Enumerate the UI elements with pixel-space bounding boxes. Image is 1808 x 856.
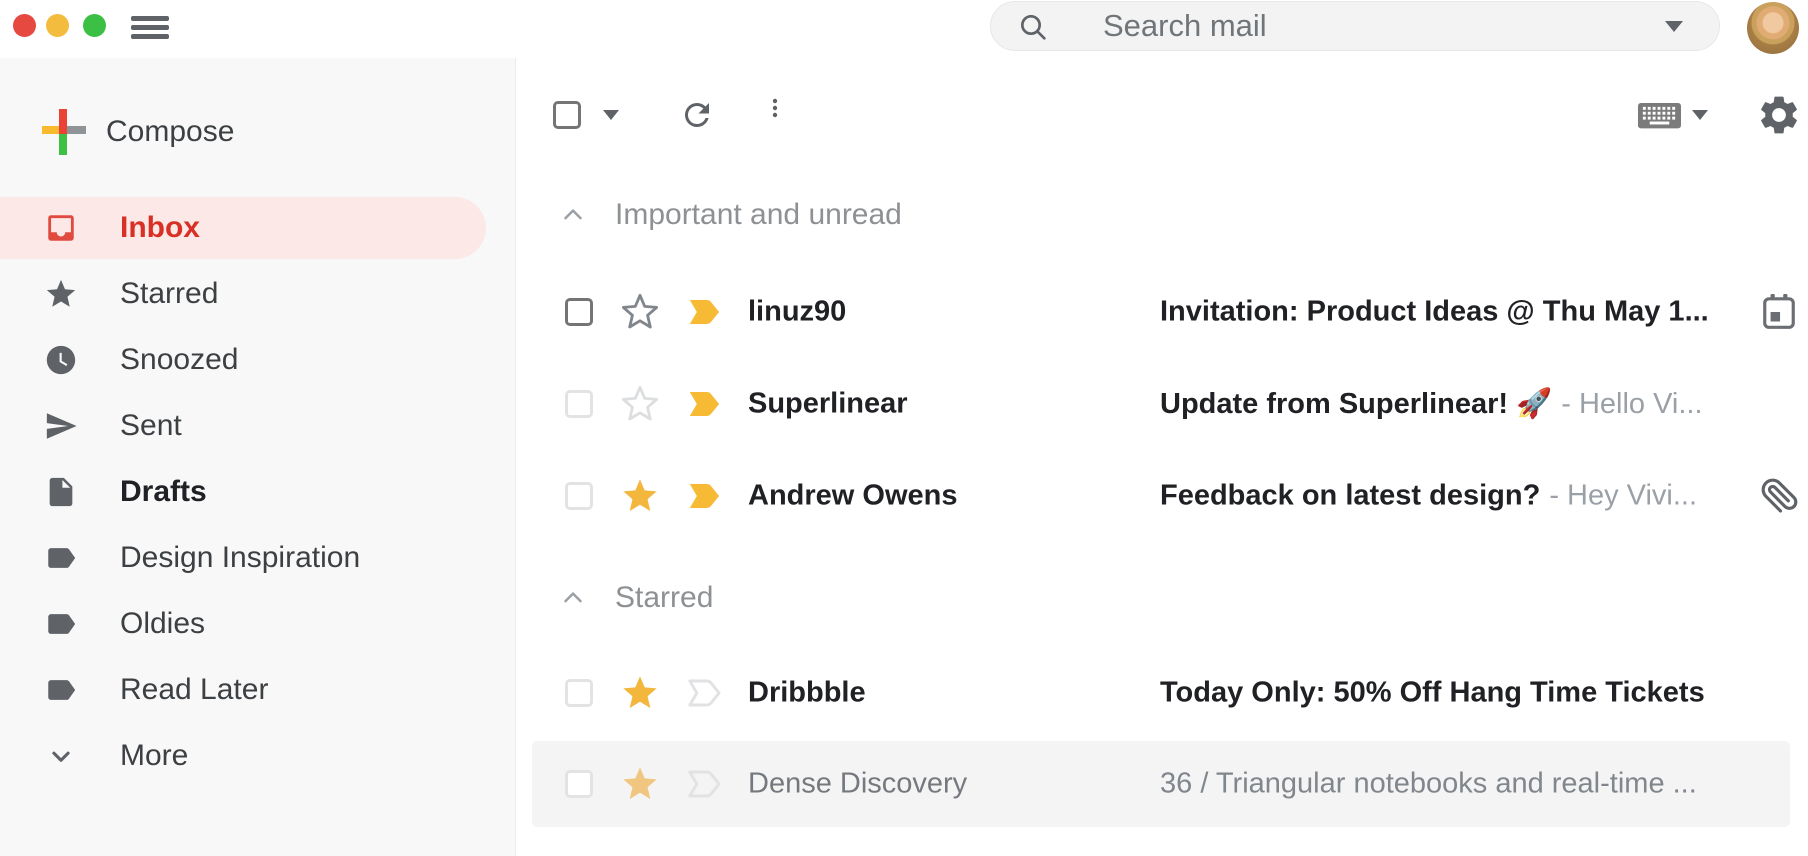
sidebar-item-more[interactable]: More [0, 723, 516, 789]
select-checkbox[interactable] [565, 679, 593, 707]
sidebar-item-snoozed[interactable]: Snoozed [0, 327, 516, 393]
search-options-chevron-icon[interactable] [1665, 21, 1683, 32]
importance-marker-icon[interactable] [684, 388, 726, 420]
sidebar-item-label: Snoozed [120, 343, 238, 377]
subject-text: Invitation: Product Ideas @ Thu May 1... [1160, 296, 1709, 328]
send-icon [44, 409, 78, 443]
compose-label: Compose [106, 100, 234, 164]
snippet-text: - Hey Vivi... [1549, 480, 1697, 512]
collapse-section-icon[interactable] [558, 583, 588, 613]
input-method-keyboard-icon[interactable] [1637, 101, 1682, 130]
importance-marker-icon[interactable] [684, 296, 726, 328]
select-checkbox[interactable] [565, 482, 593, 510]
sender-name: Dense Discovery [748, 768, 1138, 801]
snippet-text: - Hello Vi... [1561, 388, 1702, 420]
mail-row-andrew-owens[interactable]: Andrew Owens Feedback on latest design? - … [516, 450, 1808, 542]
sender-name: linuz90 [748, 296, 1138, 329]
sidebar-item-label: Inbox [120, 211, 200, 245]
sidebar-item-drafts[interactable]: Drafts [0, 459, 516, 525]
subject-line: Update from Superlinear! 🚀 - Hello Vi... [1160, 387, 1724, 421]
drafts-icon [44, 475, 78, 509]
close-button[interactable] [13, 14, 36, 37]
star-icon[interactable] [620, 476, 660, 516]
star-icon[interactable] [620, 673, 660, 713]
compose-button[interactable]: Compose [0, 100, 516, 164]
more-options-icon[interactable] [763, 96, 787, 134]
sidebar-nav: Inbox Starred Snoozed Sent Drafts Design Insp… [0, 195, 516, 789]
subject-line: Invitation: Product Ideas @ Thu May 1... [1160, 296, 1724, 329]
search-placeholder: Search mail [1103, 2, 1267, 50]
select-checkbox[interactable] [565, 390, 593, 418]
subject-line: Today Only: 50% Off Hang Time Tickets [1160, 677, 1724, 710]
collapse-section-icon[interactable] [558, 200, 588, 230]
mail-row-superlinear[interactable]: Superlinear Update from Superlinear! 🚀 - H… [516, 358, 1808, 450]
compose-plus-icon [42, 109, 86, 155]
mail-row-linuz90[interactable]: linuz90 Invitation: Product Ideas @ Thu M… [516, 266, 1808, 358]
zoom-button[interactable] [83, 14, 106, 37]
star-icon[interactable] [620, 384, 660, 424]
sidebar-item-starred[interactable]: Starred [0, 261, 516, 327]
calendar-icon [1760, 293, 1798, 331]
clock-icon [44, 343, 78, 377]
sidebar: Compose Inbox Starred Snoozed Sent Drafts Des… [0, 58, 516, 856]
section-header-important-and-unread: Important and unread [516, 190, 1808, 240]
star-icon [44, 277, 78, 311]
select-all-checkbox[interactable] [553, 101, 581, 129]
subject-text: Today Only: 50% Off Hang Time Tickets [1160, 677, 1705, 709]
sidebar-item-label: Oldies [120, 607, 205, 641]
importance-marker-icon[interactable] [684, 480, 726, 512]
star-icon[interactable] [620, 292, 660, 332]
subject-text: 36 / Triangular notebooks and real-time … [1160, 768, 1697, 800]
sender-name: Superlinear [748, 388, 1138, 421]
label-icon [44, 673, 78, 707]
section-title: Starred [615, 573, 713, 623]
gmail-window: Search mail Compose Inbox Starred Snoozed S… [0, 0, 1808, 856]
sidebar-item-label: More [120, 739, 188, 773]
inbox-icon [44, 211, 78, 245]
sender-name: Andrew Owens [748, 480, 1138, 513]
menu-icon[interactable] [131, 14, 169, 42]
sidebar-item-oldies[interactable]: Oldies [0, 591, 516, 657]
select-checkbox[interactable] [565, 298, 593, 326]
search-icon [1017, 11, 1049, 43]
paperclip-icon [1760, 477, 1798, 515]
sidebar-item-label: Read Later [120, 673, 268, 707]
label-icon [44, 607, 78, 641]
sidebar-item-label: Starred [120, 277, 218, 311]
importance-marker-icon[interactable] [684, 677, 726, 709]
avatar[interactable] [1747, 2, 1799, 54]
sidebar-item-inbox[interactable]: Inbox [0, 195, 516, 261]
select-dropdown-chevron-icon[interactable] [603, 110, 619, 120]
subject-line: 36 / Triangular notebooks and real-time … [1160, 768, 1724, 801]
sidebar-item-read-later[interactable]: Read Later [0, 657, 516, 723]
mail-row-dense-discovery[interactable]: Dense Discovery 36 / Triangular notebooks… [516, 741, 1808, 827]
search-input[interactable]: Search mail [990, 1, 1720, 51]
keyboard-dropdown-chevron-icon[interactable] [1692, 110, 1708, 120]
section-header-starred: Starred [516, 573, 1808, 623]
star-icon[interactable] [620, 764, 660, 804]
top-bar: Search mail [0, 0, 1808, 58]
sidebar-item-label: Design Inspiration [120, 541, 360, 575]
importance-marker-icon[interactable] [684, 768, 726, 800]
mail-pane: Important and unread linuz90 Invitation: P… [516, 0, 1808, 856]
select-checkbox[interactable] [565, 770, 593, 798]
settings-gear-icon[interactable] [1756, 92, 1802, 138]
subject-line: Feedback on latest design? - Hey Vivi... [1160, 480, 1724, 513]
sidebar-item-label: Drafts [120, 475, 207, 509]
sidebar-item-sent[interactable]: Sent [0, 393, 516, 459]
refresh-icon[interactable] [679, 97, 715, 133]
chevron-down-icon [44, 739, 78, 773]
sidebar-item-label: Sent [120, 409, 182, 443]
label-icon [44, 541, 78, 575]
section-title: Important and unread [615, 190, 902, 240]
mail-row-dribbble[interactable]: Dribbble Today Only: 50% Off Hang Time Ti… [516, 647, 1808, 739]
minimize-button[interactable] [46, 14, 69, 37]
sender-name: Dribbble [748, 677, 1138, 710]
subject-text: Feedback on latest design? [1160, 480, 1540, 512]
subject-text: Update from Superlinear! 🚀 [1160, 388, 1552, 420]
sidebar-item-design-inspiration[interactable]: Design Inspiration [0, 525, 516, 591]
